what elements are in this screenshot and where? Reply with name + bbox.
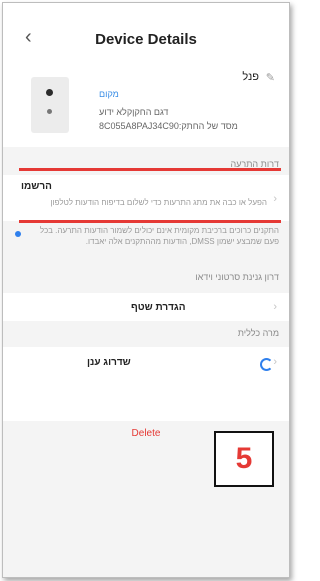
register-title: הרשמו [21, 181, 52, 192]
device-card: ✎ פנל מקום דגם החקןקלא ידוע 8C055A8PAJ34… [3, 63, 289, 147]
step-number-badge: 5 [214, 431, 274, 487]
device-name: פנל [242, 71, 259, 83]
nav-header: ‹ Device Details [3, 3, 289, 63]
sensor-dot [47, 109, 52, 114]
cloud-upgrade-row[interactable]: שדרוג ענן › [3, 347, 289, 421]
edit-icon[interactable]: ✎ [266, 71, 275, 84]
register-row[interactable]: הרשמו הפעל או כבה את מתג התרעות כדי לשלו… [3, 175, 289, 221]
highlight-line-top [19, 168, 281, 171]
share-settings-row[interactable]: הגדרת שטף › [3, 293, 289, 321]
phone-screen: ‹ Device Details ✎ פנל מקום דגם החקןקלא … [2, 2, 290, 578]
chevron-right-icon: › [273, 193, 277, 205]
chevron-right-icon: › [273, 356, 277, 368]
loading-spinner-icon [260, 358, 273, 371]
storage-note: התקנים כרוכים ברכיבת מקומית אינם יכולים … [39, 226, 279, 246]
device-image [31, 77, 69, 133]
highlight-line-bottom [19, 220, 281, 223]
chevron-right-icon: › [273, 301, 277, 313]
device-serial: 8C055A8PAJ34C90:מסד של החתק [99, 121, 238, 131]
page-title: Device Details [95, 31, 197, 48]
info-dot-icon [15, 231, 21, 237]
alerts-section-header: דרות התרעה [3, 153, 289, 175]
register-description: הפעל או כבה את מתג התרעות כדי לשלום בדיפ… [50, 198, 267, 207]
camera-lens [46, 89, 53, 96]
video-upgrade-header: דרון גנינת סרטוני וידאו [3, 268, 289, 286]
device-model: דגם החקןקלא ידוע [99, 107, 169, 117]
general-section-header: מרה כללית [3, 321, 289, 345]
share-settings-label: הגדרת שטף [131, 302, 186, 313]
cloud-upgrade-label: שדרוג ענן [87, 357, 131, 368]
device-location-link[interactable]: מקום [99, 89, 119, 99]
